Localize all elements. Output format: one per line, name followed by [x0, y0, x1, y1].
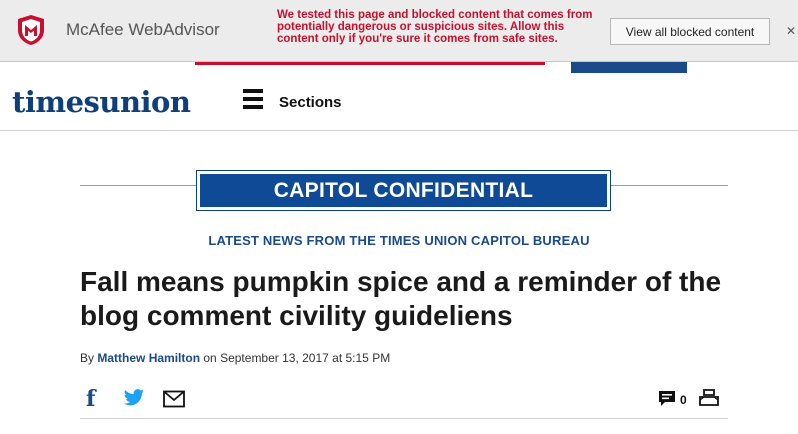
share-toolbar: f 0: [80, 386, 728, 414]
share-divider: [80, 418, 728, 419]
mcafee-shield-icon: [18, 15, 44, 45]
site-logo[interactable]: timesunion: [12, 85, 191, 119]
email-icon[interactable]: [163, 390, 185, 408]
comment-count[interactable]: 0: [680, 393, 687, 407]
nav-accent-bar: [195, 62, 545, 65]
author-link[interactable]: Matthew Hamilton: [97, 351, 200, 365]
close-icon[interactable]: ✕: [786, 24, 796, 38]
twitter-icon[interactable]: [123, 388, 145, 408]
byline-prefix: By: [80, 351, 95, 365]
menu-icon[interactable]: [243, 89, 263, 113]
mcafee-brand-name: McAfee WebAdvisor: [66, 20, 220, 39]
comment-icon[interactable]: [658, 390, 676, 408]
subscribe-accent-bar: [571, 62, 687, 73]
print-icon[interactable]: [698, 388, 720, 408]
site-header: timesunion Sections: [0, 73, 798, 131]
mcafee-notification-bar: McAfee WebAdvisor We tested this page an…: [0, 0, 798, 62]
publish-date: September 13, 2017 at 5:15 PM: [220, 351, 391, 365]
article-headline: Fall means pumpkin spice and a reminder …: [80, 266, 722, 331]
blocked-content-message: We tested this page and blocked content …: [277, 9, 593, 45]
view-blocked-content-button[interactable]: View all blocked content: [610, 18, 770, 45]
article-byline: By Matthew Hamilton on September 13, 201…: [80, 351, 390, 365]
facebook-icon[interactable]: f: [86, 386, 95, 412]
sections-link[interactable]: Sections: [279, 94, 342, 111]
byline-on: on: [203, 351, 217, 365]
blog-banner[interactable]: CAPITOL CONFIDENTIAL: [196, 170, 611, 211]
blog-banner-title: CAPITOL CONFIDENTIAL: [200, 174, 607, 207]
blog-subtitle: LATEST NEWS FROM THE TIMES UNION CAPITOL…: [208, 233, 590, 248]
